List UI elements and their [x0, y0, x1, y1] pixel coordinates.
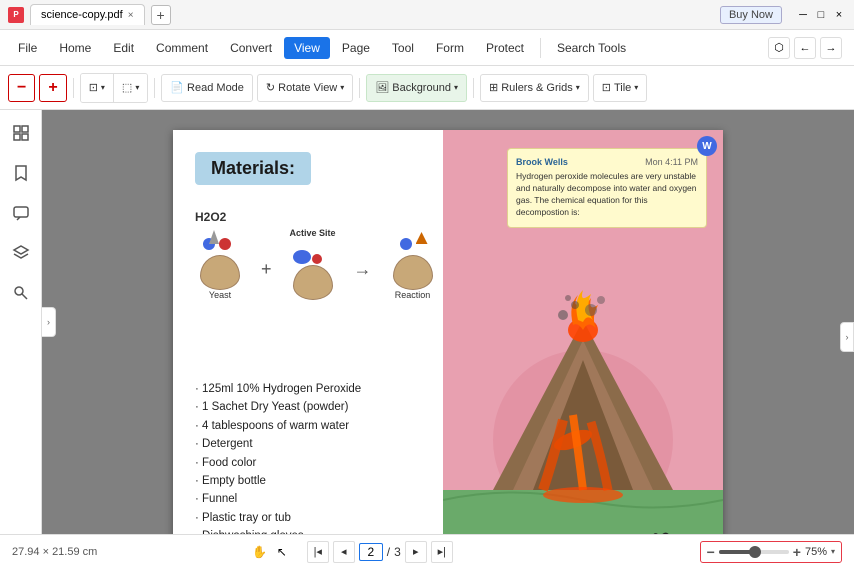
menu-tool[interactable]: Tool: [382, 37, 424, 59]
left-panel-collapse-button[interactable]: ›: [42, 307, 56, 337]
document-tab[interactable]: science-copy.pdf ×: [30, 4, 145, 25]
zoom-dropdown-icon[interactable]: ▾: [831, 547, 835, 556]
new-tab-button[interactable]: +: [151, 5, 171, 25]
cursor-tool-icon[interactable]: ↖: [273, 543, 291, 561]
tab-close-button[interactable]: ×: [128, 10, 134, 21]
list-item-3: · 4 tablespoons of warm water: [195, 417, 361, 435]
list-item-8: · Plastic tray or tub: [195, 509, 361, 527]
toolbar-group-view: ⊡ ▾ ⬚ ▾: [80, 73, 149, 103]
reaction-label: Reaction: [388, 290, 438, 300]
comment-header: Brook Wells Mon 4:11 PM: [516, 157, 698, 167]
toolbar: − + ⊡ ▾ ⬚ ▾ 📄 Read Mode ↻ Rotate View ▾ …: [0, 66, 854, 110]
zoom-slider[interactable]: [719, 550, 789, 554]
menu-comment[interactable]: Comment: [146, 37, 218, 59]
total-pages: 3: [394, 545, 401, 559]
app-icon: P: [8, 7, 24, 23]
sidebar-item-search[interactable]: [6, 278, 36, 308]
left-sidebar: [0, 110, 42, 534]
world-icon: W: [697, 136, 717, 156]
sidebar-item-layers[interactable]: [6, 238, 36, 268]
menu-home[interactable]: Home: [49, 37, 101, 59]
toolbar-separator-4: [473, 78, 474, 98]
rotate-view-button[interactable]: ↻ Rotate View ▾: [257, 74, 353, 102]
navigation-icons: ✋ ↖: [251, 543, 291, 561]
tab-label: science-copy.pdf: [41, 9, 123, 21]
reaction-arrow-2: →: [354, 259, 372, 280]
toolbar-separator-3: [359, 78, 360, 98]
menu-protect[interactable]: Protect: [476, 37, 534, 59]
hand-tool-icon[interactable]: ✋: [251, 543, 269, 561]
menu-convert[interactable]: Convert: [220, 37, 282, 59]
right-panel: Brook Wells Mon 4:11 PM Hydrogen peroxid…: [443, 130, 723, 534]
read-mode-button[interactable]: 📄 Read Mode: [161, 74, 253, 102]
toolbar-separator-2: [154, 78, 155, 98]
restore-button[interactable]: □: [814, 8, 828, 22]
menu-view[interactable]: View: [284, 37, 330, 59]
menu-search-tools[interactable]: Search Tools: [547, 37, 636, 59]
share-button[interactable]: ⬡: [768, 37, 790, 59]
nav-forward-button[interactable]: →: [820, 37, 842, 59]
comment-text: Hydrogen peroxide molecules are very uns…: [516, 171, 698, 219]
zoom-out-button[interactable]: −: [8, 74, 35, 102]
background-button[interactable]: 🖼 Background ▾: [366, 74, 467, 102]
minimize-button[interactable]: ─: [796, 8, 810, 22]
list-item-2: · 1 Sachet Dry Yeast (powder): [195, 398, 361, 416]
buy-now-button[interactable]: Buy Now: [720, 6, 782, 24]
right-panel-collapse-button[interactable]: ›: [840, 322, 854, 352]
first-page-button[interactable]: |◂: [307, 541, 329, 563]
sidebar-item-bookmarks[interactable]: [6, 158, 36, 188]
title-bar: P science-copy.pdf × + Buy Now ─ □ ×: [0, 0, 854, 30]
menu-bar: File Home Edit Comment Convert View Page…: [0, 30, 854, 66]
fit-width-button[interactable]: ⊡ ▾: [81, 74, 114, 102]
yeast-diagram: Yeast: [195, 230, 245, 300]
yeast-label: Yeast: [195, 290, 245, 300]
zoom-controls: − + 75% ▾: [700, 541, 842, 563]
zoom-percentage: 75%: [805, 546, 827, 558]
next-page-button[interactable]: ▸: [405, 541, 427, 563]
menu-page[interactable]: Page: [332, 37, 380, 59]
pdf-viewer[interactable]: Materials: H2O2 Yeast: [42, 110, 854, 534]
materials-heading: Materials:: [195, 152, 311, 185]
materials-list: · 125ml 10% Hydrogen Peroxide · 1 Sachet…: [195, 380, 361, 534]
list-item-5: · Food color: [195, 454, 361, 472]
select-tool-button[interactable]: ⬚ ▾: [114, 74, 147, 102]
status-bar: 27.94 × 21.59 cm ✋ ↖ |◂ ◂ / 3 ▸ ▸| − + 7…: [0, 534, 854, 568]
sidebar-item-comments[interactable]: [6, 198, 36, 228]
zoom-in-button[interactable]: +: [39, 74, 66, 102]
sidebar-item-thumbnails[interactable]: [6, 118, 36, 148]
h2o2-label: H2O2: [195, 210, 455, 224]
list-item-4: · Detergent: [195, 435, 361, 453]
page-indicator: / 3: [359, 543, 401, 561]
menu-file[interactable]: File: [8, 37, 47, 59]
active-site-diagram: Active Site: [288, 228, 338, 300]
comment-bubble: Brook Wells Mon 4:11 PM Hydrogen peroxid…: [507, 148, 707, 228]
reaction-arrow: +: [261, 259, 272, 280]
main-content: Materials: H2O2 Yeast: [0, 110, 854, 534]
menu-edit[interactable]: Edit: [103, 37, 144, 59]
prev-page-button[interactable]: ◂: [333, 541, 355, 563]
list-item-6: · Empty bottle: [195, 472, 361, 490]
diagram-area: H2O2 Yeast +: [195, 210, 455, 370]
last-page-button[interactable]: ▸|: [431, 541, 453, 563]
pdf-page: Materials: H2O2 Yeast: [173, 130, 723, 534]
current-page-input[interactable]: [359, 543, 383, 561]
page-dimensions: 27.94 × 21.59 cm: [12, 546, 243, 558]
nav-back-button[interactable]: ←: [794, 37, 816, 59]
list-item-1: · 125ml 10% Hydrogen Peroxide: [195, 380, 361, 398]
list-item-7: · Funnel: [195, 490, 361, 508]
toolbar-separator-1: [73, 78, 74, 98]
page-separator: /: [387, 545, 390, 559]
tile-button[interactable]: ⊡ Tile ▾: [593, 74, 648, 102]
zoom-out-status-button[interactable]: −: [707, 544, 715, 560]
reaction-diagram: Reaction: [388, 230, 438, 300]
menu-separator: [540, 38, 541, 58]
volcano-illustration: 4400°c: [443, 240, 723, 534]
menu-form[interactable]: Form: [426, 37, 474, 59]
list-item-9: · Dishwashing gloves: [195, 527, 361, 534]
zoom-slider-thumb[interactable]: [749, 546, 761, 558]
close-button[interactable]: ×: [832, 8, 846, 22]
rulers-grids-button[interactable]: ⊞ Rulers & Grids ▾: [480, 74, 589, 102]
page-navigation: |◂ ◂ / 3 ▸ ▸|: [307, 541, 453, 563]
zoom-in-status-button[interactable]: +: [793, 544, 801, 560]
